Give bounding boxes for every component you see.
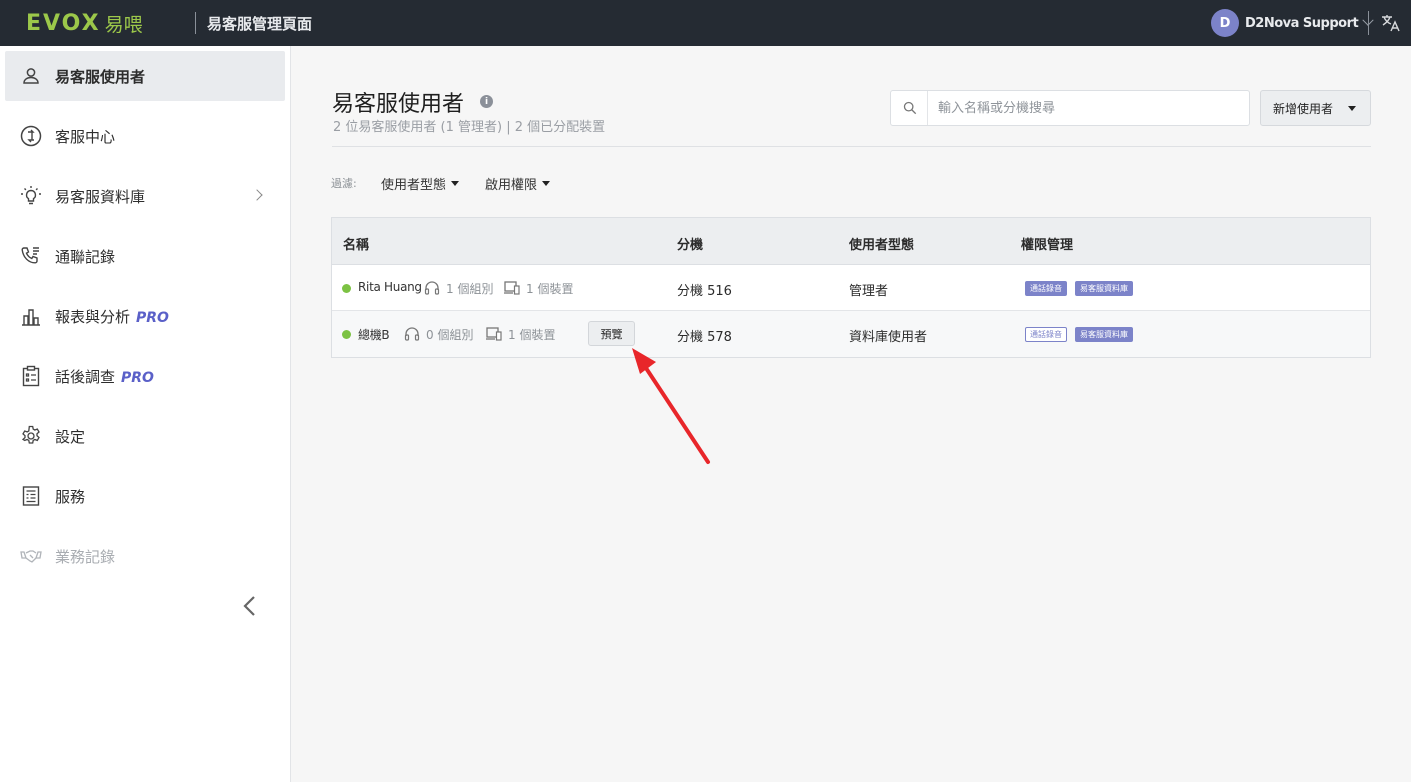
filter-label: 過濾: xyxy=(331,177,357,190)
sidebar-item-services[interactable]: 服務 xyxy=(5,471,285,521)
badge-knowledge-base: 易客服資料庫 xyxy=(1075,281,1133,296)
caret-down-icon xyxy=(1348,106,1356,111)
handshake-icon xyxy=(20,550,42,563)
sidebar-item-reports[interactable]: 報表與分析 PRO xyxy=(5,291,285,341)
sidebar-item-call-logs[interactable]: 通聯記錄 xyxy=(5,231,285,281)
column-header-name: 名稱 xyxy=(343,238,370,253)
topbar-divider xyxy=(195,12,196,34)
extension-cell: 分機 578 xyxy=(677,330,732,345)
caret-down-icon xyxy=(451,181,460,186)
annotation-arrow-icon xyxy=(632,348,710,464)
device-icon xyxy=(486,327,502,341)
sidebar-item-label: 易客服資料庫 xyxy=(55,187,146,206)
status-online-dot xyxy=(342,330,351,339)
status-online-dot xyxy=(342,284,351,293)
avatar: D xyxy=(1211,9,1239,37)
chevron-right-icon xyxy=(251,189,263,201)
sidebar-item-label: 客服中心 xyxy=(55,127,116,146)
search-box xyxy=(890,90,1250,126)
sidebar-item-support-center[interactable]: 客服中心 xyxy=(5,111,285,161)
translate-icon[interactable] xyxy=(1380,12,1402,34)
pro-badge: PRO xyxy=(121,369,154,386)
badge-call-recording: 通話錄音 xyxy=(1025,281,1067,296)
sidebar-item-users[interactable]: 易客服使用者 xyxy=(5,51,285,101)
sidebar-item-label: 報表與分析 PRO xyxy=(55,307,169,326)
badge-call-recording: 通話錄音 xyxy=(1025,327,1067,342)
pro-badge: PRO xyxy=(136,309,169,326)
column-header-extension: 分機 xyxy=(677,238,704,253)
call-log-icon xyxy=(21,247,39,264)
filter-permission-label: 啟用權限 xyxy=(485,178,538,193)
table-row[interactable]: Rita Huang 1 個組別 1 個裝置 分機 516 管理者 通話錄音 易… xyxy=(332,265,1370,311)
clipboard-icon xyxy=(22,365,40,387)
user-type-cell: 資料庫使用者 xyxy=(849,330,928,345)
column-header-user-type: 使用者型態 xyxy=(849,238,915,253)
sidebar-item-label: 設定 xyxy=(55,427,86,446)
top-bar: EVOX 易喂 易客服管理頁面 D D2Nova Support xyxy=(0,0,1411,46)
search-input[interactable] xyxy=(928,91,1248,125)
badge-knowledge-base: 易客服資料庫 xyxy=(1075,327,1133,342)
table-row[interactable]: 總機B 0 個組別 1 個裝置 預覽 分機 578 資料庫使用者 通話錄音 易客… xyxy=(332,311,1370,357)
info-icon[interactable]: i xyxy=(480,95,493,108)
collapse-sidebar-icon[interactable] xyxy=(240,594,260,618)
sidebar-item-business-records[interactable]: 業務記錄 xyxy=(5,531,285,581)
search-icon xyxy=(903,101,917,115)
search-icon-container xyxy=(891,91,928,125)
caret-down-icon xyxy=(542,181,551,186)
device-count: 1 個裝置 xyxy=(526,282,574,296)
sidebar-item-knowledge-base[interactable]: 易客服資料庫 xyxy=(5,171,285,221)
add-user-label: 新增使用者 xyxy=(1273,101,1334,116)
filter-user-type-label: 使用者型態 xyxy=(381,178,447,193)
evox-logo[interactable]: EVOX 易喂 xyxy=(26,10,143,36)
device-icon xyxy=(504,281,520,295)
preview-button[interactable]: 預覽 xyxy=(588,321,635,346)
user-name-cell[interactable]: Rita Huang xyxy=(358,280,422,294)
user-type-cell: 管理者 xyxy=(849,284,889,299)
users-table: 名稱 分機 使用者型態 權限管理 Rita Huang 1 個組別 1 個裝置 … xyxy=(331,217,1371,358)
logo-cn-text: 易喂 xyxy=(104,13,143,36)
app-title: 易客服管理頁面 xyxy=(207,15,313,33)
user-name: D2Nova Support xyxy=(1245,15,1359,31)
page-subtitle: 2 位易客服使用者 (1 管理者) | 2 個已分配裝置 xyxy=(333,120,606,135)
headset-icon xyxy=(424,281,440,295)
sidebar-item-label: 易客服使用者 xyxy=(55,67,146,86)
bar-chart-icon xyxy=(22,309,40,326)
sidebar: 易客服使用者 客服中心 易客服資料庫 通聯記錄 報表與分析 PRO 話後調查 P… xyxy=(0,46,291,782)
logo-text: EVOX xyxy=(26,10,101,36)
extension-cell: 分機 516 xyxy=(677,284,732,299)
filter-user-type-dropdown[interactable]: 使用者型態 xyxy=(381,174,460,193)
sidebar-item-label: 服務 xyxy=(55,487,86,506)
user-name-cell[interactable]: 總機B xyxy=(358,326,390,343)
headset-icon xyxy=(404,327,420,341)
page-title: 易客服使用者 xyxy=(332,92,465,117)
sidebar-item-label: 話後調查 PRO xyxy=(55,367,154,386)
user-icon xyxy=(23,68,39,84)
group-count: 0 個組別 xyxy=(426,328,474,342)
user-menu[interactable]: D D2Nova Support xyxy=(1211,9,1374,37)
sidebar-item-label: 通聯記錄 xyxy=(55,247,116,266)
table-header: 名稱 分機 使用者型態 權限管理 xyxy=(332,218,1370,265)
sidebar-item-label: 業務記錄 xyxy=(55,547,116,566)
sidebar-item-survey[interactable]: 話後調查 PRO xyxy=(5,351,285,401)
header-divider xyxy=(332,146,1371,147)
filter-permission-dropdown[interactable]: 啟用權限 xyxy=(485,174,551,193)
group-count: 1 個組別 xyxy=(446,282,494,296)
sidebar-item-settings[interactable]: 設定 xyxy=(5,411,285,461)
column-header-permissions: 權限管理 xyxy=(1021,238,1074,253)
gear-icon xyxy=(21,425,40,444)
lightbulb-icon xyxy=(21,186,41,205)
add-user-button[interactable]: 新增使用者 xyxy=(1260,90,1371,126)
device-count: 1 個裝置 xyxy=(508,328,556,342)
document-icon xyxy=(22,486,40,506)
support-center-icon xyxy=(20,125,42,147)
topbar-divider-right xyxy=(1368,11,1369,35)
